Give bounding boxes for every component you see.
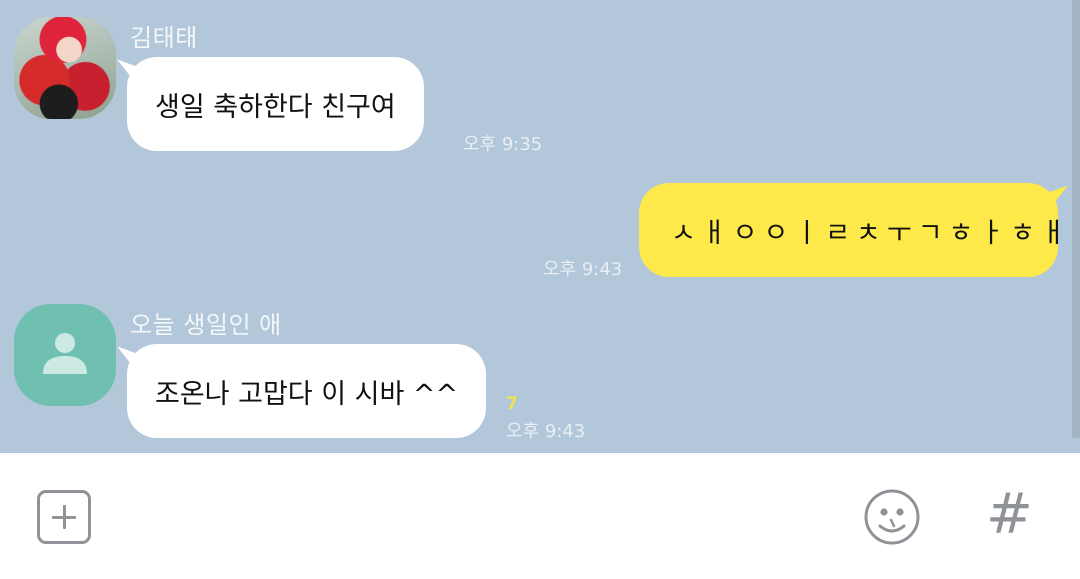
hashtag-button[interactable]: # — [986, 485, 1033, 545]
chat-area[interactable]: 김태태 생일 축하한다 친구여 오후 9:35 ㅅㅐㅇㅇㅣㄹㅊㅜㄱㅎㅏㅎㅐ 오후… — [0, 0, 1080, 453]
default-avatar[interactable] — [14, 304, 116, 406]
outgoing-message-bubble[interactable]: ㅅㅐㅇㅇㅣㄹㅊㅜㄱㅎㅏㅎㅐ — [639, 183, 1066, 277]
person-icon — [43, 333, 87, 374]
smiley-icon[interactable] — [863, 488, 921, 546]
message-time: 오후 9:43 — [543, 259, 623, 280]
incoming-message-bubble[interactable]: 생일 축하한다 친구여 — [127, 57, 424, 151]
message-time: 오후 9:43 — [506, 421, 586, 442]
sender-name: 오늘 생일인 애 — [130, 311, 282, 339]
plus-icon[interactable] — [37, 490, 91, 544]
scroll-indicator[interactable] — [1072, 0, 1080, 438]
sender-name: 김태태 — [130, 24, 198, 52]
incoming-message-bubble[interactable]: 조온나 고맙다 이 시바 ^^ — [127, 344, 487, 438]
message-time: 오후 9:35 — [463, 134, 543, 155]
unread-count: 7 — [506, 394, 518, 414]
sender-avatar[interactable] — [14, 17, 116, 119]
